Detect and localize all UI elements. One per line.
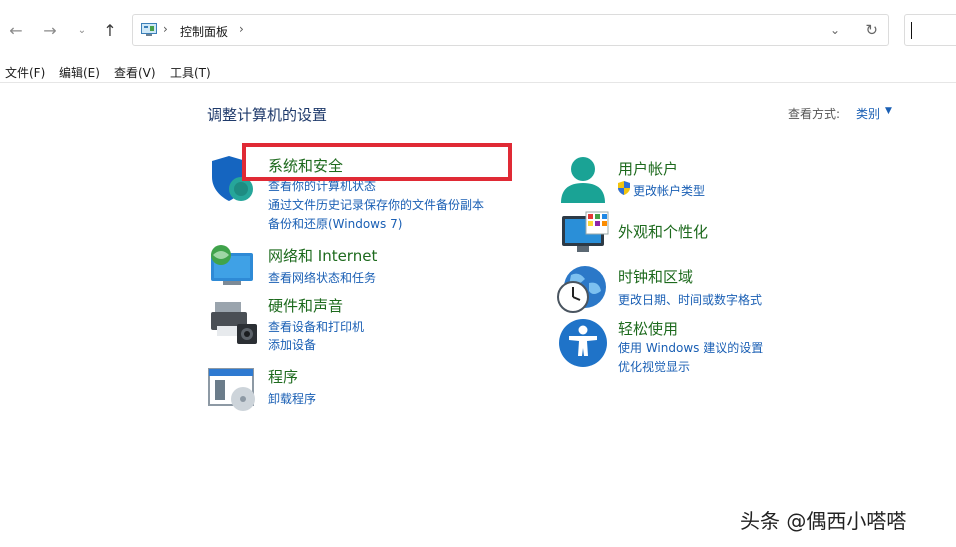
breadcrumb-separator: ›: [163, 22, 168, 36]
link-windows-suggested-settings[interactable]: 使用 Windows 建议的设置: [618, 339, 763, 356]
up-arrow-icon[interactable]: ↑: [98, 18, 122, 42]
category-title-programs[interactable]: 程序: [268, 366, 298, 387]
link-optimize-visual-display[interactable]: 优化视觉显示: [618, 358, 690, 375]
menu-file[interactable]: 文件(F): [5, 64, 45, 81]
breadcrumb-separator[interactable]: ›: [239, 22, 244, 36]
recent-chevron-down-icon[interactable]: ⌄: [70, 18, 94, 42]
category-title-ease-of-access[interactable]: 轻松使用: [618, 318, 678, 339]
network-globe-icon[interactable]: [209, 243, 257, 289]
highlighted-category-title[interactable]: 系统和安全: [268, 155, 343, 176]
link-uninstall-program[interactable]: 卸载程序: [268, 390, 316, 407]
uac-shield-icon: [618, 181, 630, 195]
forward-arrow-icon[interactable]: →: [38, 18, 62, 42]
view-by-caret-icon[interactable]: ▼: [885, 106, 892, 116]
watermark-text: 头条 @偶西小嗒嗒: [740, 509, 907, 533]
link-network-status[interactable]: 查看网络状态和任务: [268, 269, 376, 286]
menu-edit[interactable]: 编辑(E): [59, 64, 100, 81]
menu-bar: 文件(F) 编辑(E) 查看(V) 工具(T): [0, 60, 956, 83]
accessibility-icon[interactable]: [558, 318, 608, 368]
menu-view[interactable]: 查看(V): [114, 64, 156, 81]
text-caret: [911, 22, 912, 39]
refresh-icon[interactable]: ↻: [865, 21, 878, 39]
category-title-network[interactable]: 网络和 Internet: [268, 245, 377, 266]
breadcrumb-control-panel[interactable]: 控制面板: [180, 23, 228, 40]
address-bar[interactable]: › 控制面板 › ⌄ ↻: [132, 14, 889, 46]
appearance-monitor-icon[interactable]: [560, 210, 610, 254]
link-backup-restore[interactable]: 备份和还原(Windows 7): [268, 215, 402, 232]
view-by-label: 查看方式:: [788, 107, 841, 121]
page-title: 调整计算机的设置: [207, 106, 328, 124]
category-title-hardware[interactable]: 硬件和声音: [268, 295, 343, 316]
category-title-clock-region[interactable]: 时钟和区域: [618, 266, 693, 287]
address-dropdown-icon[interactable]: ⌄: [830, 23, 840, 37]
back-arrow-icon[interactable]: ←: [4, 18, 28, 42]
programs-icon[interactable]: [207, 367, 259, 413]
category-title-user-accounts[interactable]: 用户帐户: [618, 158, 678, 179]
category-title-appearance[interactable]: 外观和个性化: [618, 221, 708, 242]
link-devices-printers[interactable]: 查看设备和打印机: [268, 318, 364, 335]
link-change-account-type[interactable]: 更改帐户类型: [633, 182, 705, 199]
user-accounts-icon[interactable]: [558, 155, 608, 205]
control-panel-icon: [141, 23, 157, 36]
clock-globe-icon[interactable]: [557, 265, 609, 315]
printer-icon[interactable]: [209, 300, 259, 346]
link-file-history[interactable]: 通过文件历史记录保存你的文件备份副本: [268, 196, 484, 213]
menu-tools[interactable]: 工具(T): [170, 64, 211, 81]
view-by-dropdown[interactable]: 类别: [856, 105, 880, 122]
link-add-device[interactable]: 添加设备: [268, 336, 316, 353]
link-change-date-time[interactable]: 更改日期、时间或数字格式: [618, 291, 762, 308]
search-input[interactable]: [904, 14, 956, 46]
